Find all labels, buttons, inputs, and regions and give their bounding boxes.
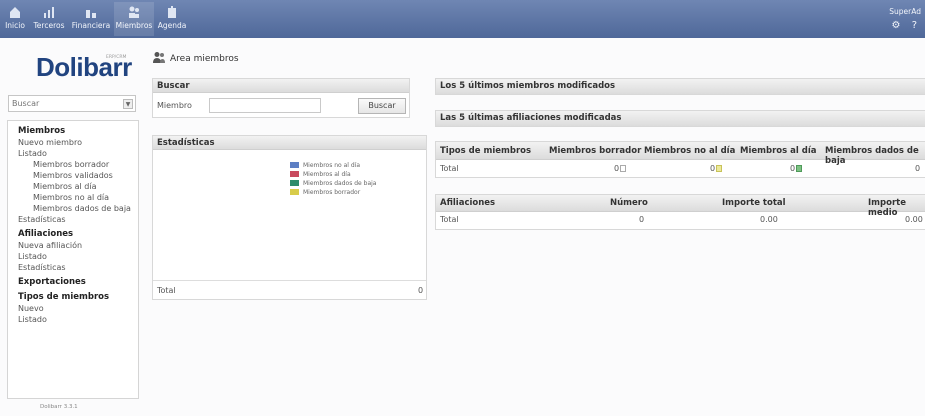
status-al-dia-icon [796,165,803,172]
menu-al-dia[interactable]: Miembros al día [18,181,138,192]
top-menu-bar: Inicio Terceros Financiera Miembros Agen… [0,0,925,38]
menu-estadisticas-afiliaciones[interactable]: Estadísticas [18,262,138,273]
baja-total: 0 [915,164,921,173]
menu-financiera[interactable]: Financiera [70,2,112,36]
stats-divider [153,280,426,281]
legend-no-al-dia: Miembros no al día [290,162,376,171]
members-title-icon [153,52,165,63]
menu-borrador[interactable]: Miembros borrador [18,159,138,170]
baja-col-header: Miembros dados de baja [825,146,919,166]
al-dia-col-header: Miembros al día [740,146,817,156]
menu-no-al-dia[interactable]: Miembros no al día [18,192,138,203]
menu-nueva-afiliacion[interactable]: Nueva afiliación [18,240,138,251]
user-area[interactable]: SuperAd ⚙ ? [889,7,921,31]
menu-afiliaciones-header[interactable]: Afiliaciones [18,229,138,240]
menu-listado-tipos[interactable]: Listado [18,314,138,325]
borrador-col-header: Miembros borrador [549,146,642,156]
numero-col-header: Número [610,198,648,208]
legend-swatch [290,189,299,195]
ultimos-miembros-header: Los 5 últimos miembros modificados [436,79,925,94]
borrador-total: 0 [614,164,627,173]
menu-validados[interactable]: Miembros validados [18,170,138,181]
chevron-down-icon[interactable]: ▼ [123,99,133,109]
menu-estadisticas[interactable]: Estadísticas [18,214,138,225]
no-al-dia-total: 0 [710,164,723,173]
user-name[interactable]: SuperAd [889,7,921,16]
menu-inicio[interactable]: Inicio [4,2,26,36]
legend-baja: Miembros dados de baja [290,180,376,189]
tipos-total-label: Total [440,164,459,173]
stats-total-value: 0 [418,286,424,295]
members-icon [129,6,139,18]
miembro-label: Miembro [157,101,192,110]
sidebar-search[interactable]: ▼ [8,95,136,112]
importe-total-value: 0.00 [760,215,778,224]
legend-borrador: Miembros borrador [290,189,376,198]
stats-legend: Miembros no al día Miembros al día Miemb… [290,162,376,198]
tipos-col-header: Tipos de miembros [440,146,532,156]
menu-exportaciones[interactable]: Exportaciones [18,277,138,288]
menu-listado-afiliaciones[interactable]: Listado [18,251,138,262]
buscar-header: Buscar [153,79,409,93]
afiliaciones-col-header: Afiliaciones [440,198,496,208]
stats-total-label: Total [157,286,176,295]
ultimas-afiliaciones-header: Las 5 últimas afiliaciones modificadas [436,111,925,126]
numero-total: 0 [639,215,645,224]
legend-al-dia: Miembros al día [290,171,376,180]
miembro-search-input[interactable] [209,98,321,113]
version-label: Dolibarr 3.3.1 [40,404,78,410]
ultimos-miembros-box: Los 5 últimos miembros modificados [435,78,925,95]
chart-icon [44,7,54,18]
no-al-dia-col-header: Miembros no al día [644,146,736,156]
legend-swatch [290,171,299,177]
logo-subtitle: ERP/CRM [106,55,127,60]
left-menu: Miembros Nuevo miembro Listado Miembros … [7,120,139,399]
al-dia-total: 0 [790,164,803,173]
legend-swatch [290,180,299,186]
ultimas-afiliaciones-box: Las 5 últimas afiliaciones modificadas [435,110,925,127]
status-borrador-icon [620,165,627,172]
afiliaciones-total-label: Total [440,215,459,224]
menu-baja[interactable]: Miembros dados de baja [18,203,138,214]
page-title: Area miembros [170,54,239,64]
legend-swatch [290,162,299,168]
menu-agenda[interactable]: Agenda [156,2,188,36]
menu-miembros-header[interactable]: Miembros [18,126,138,137]
afiliaciones-table [435,194,925,230]
menu-miembros[interactable]: Miembros [114,2,154,36]
money-icon [86,10,96,18]
agenda-icon [168,6,176,18]
home-icon [10,7,20,18]
menu-terceros[interactable]: Terceros [30,2,68,36]
menu-nuevo-tipo[interactable]: Nuevo [18,303,138,314]
buscar-button[interactable]: Buscar [358,98,406,114]
estadisticas-box: Estadísticas [152,135,427,300]
menu-tipos-header[interactable]: Tipos de miembros [18,292,138,303]
status-no-al-dia-icon [716,165,723,172]
sidebar-search-input[interactable] [9,96,119,111]
menu-listado[interactable]: Listado [18,148,138,159]
user-icons[interactable]: ⚙ ? [889,20,921,31]
menu-nuevo-miembro[interactable]: Nuevo miembro [18,137,138,148]
importe-total-col-header: Importe total [722,198,786,208]
estadisticas-header: Estadísticas [153,136,426,150]
importe-medio-value: 0.00 [905,215,923,224]
